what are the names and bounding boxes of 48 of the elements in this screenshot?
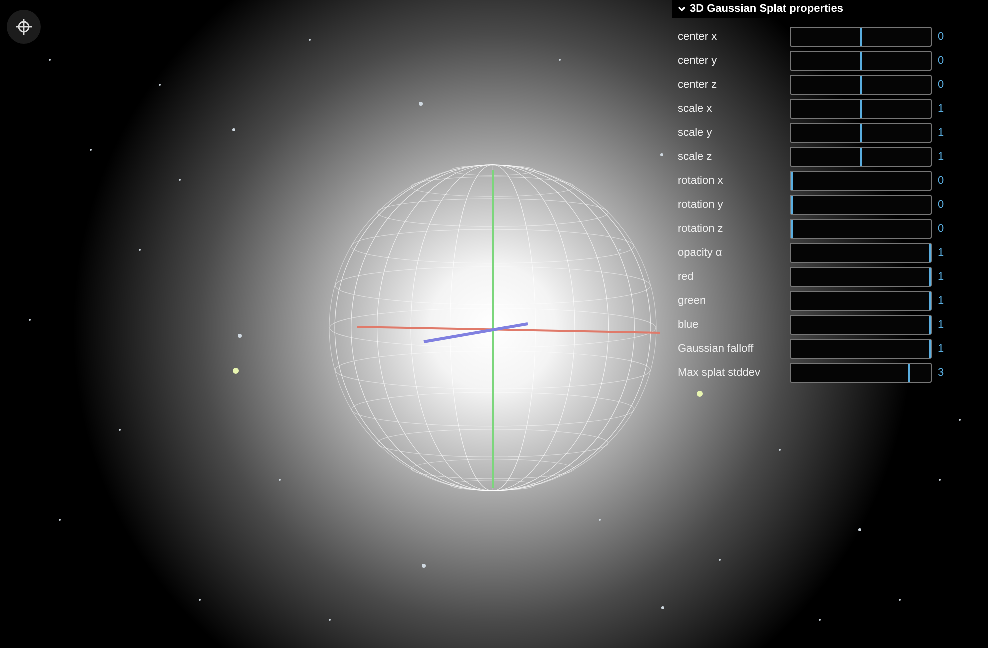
value-readout: 0 — [938, 30, 944, 45]
control-label: rotation y — [678, 198, 724, 213]
control-label: blue — [678, 318, 700, 333]
slider-track[interactable] — [790, 195, 932, 215]
value-readout: 0 — [938, 78, 944, 93]
value-readout: 0 — [938, 198, 944, 213]
slider-track[interactable] — [790, 363, 932, 383]
control-label: rotation x — [678, 174, 724, 189]
control-label: center y — [678, 54, 718, 69]
control-label: center x — [678, 30, 718, 45]
slider-track[interactable] — [790, 219, 932, 239]
control-label: red — [678, 270, 695, 285]
slider-track[interactable] — [790, 123, 932, 143]
control-label: rotation z — [678, 222, 724, 237]
value-readout: 0 — [938, 174, 944, 189]
control-label: Max splat stddev — [678, 366, 762, 381]
crosshair-icon — [16, 19, 32, 35]
control-label: scale y — [678, 126, 714, 141]
slider-track[interactable] — [790, 315, 932, 335]
value-readout: 1 — [938, 270, 944, 285]
control-label: opacity α — [678, 246, 724, 261]
slider-track[interactable] — [790, 243, 932, 263]
value-readout: 1 — [938, 342, 944, 357]
value-readout: 0 — [938, 222, 944, 237]
control-label: green — [678, 294, 708, 309]
slider-track[interactable] — [790, 291, 932, 311]
slider-track[interactable] — [790, 75, 932, 95]
value-readout: 0 — [938, 54, 944, 69]
slider-track[interactable] — [790, 267, 932, 287]
slider-track[interactable] — [790, 147, 932, 167]
chevron-icon — [678, 5, 686, 13]
panel-title: 3D Gaussian Splat properties — [690, 2, 844, 17]
value-readout: 1 — [938, 102, 944, 117]
slider-track[interactable] — [790, 339, 932, 359]
slider-track[interactable] — [790, 99, 932, 119]
value-readout: 1 — [938, 318, 944, 333]
value-readout: 1 — [938, 126, 944, 141]
slider-track[interactable] — [790, 51, 932, 71]
control-label: center z — [678, 78, 718, 93]
control-label: Gaussian falloff — [678, 342, 755, 357]
control-label: scale z — [678, 150, 714, 165]
value-readout: 1 — [938, 246, 944, 261]
value-readout: 1 — [938, 150, 944, 165]
slider-track[interactable] — [790, 27, 932, 47]
control-label: scale x — [678, 102, 714, 117]
value-readout: 3 — [938, 366, 944, 381]
slider-track[interactable] — [790, 171, 932, 191]
value-readout: 1 — [938, 294, 944, 309]
